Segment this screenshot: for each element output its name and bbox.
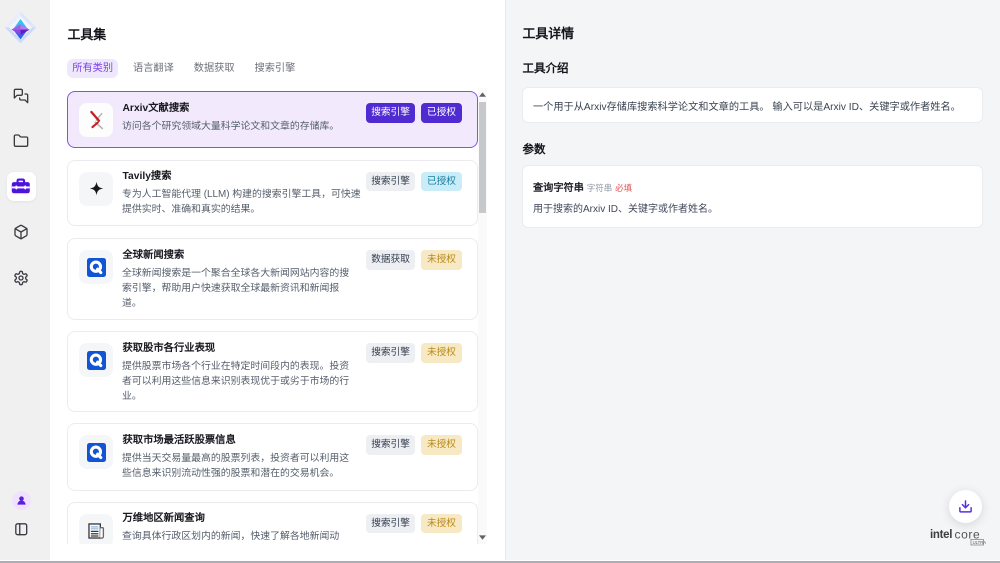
- svg-text:ULTRA: ULTRA: [972, 540, 986, 545]
- svg-text:intel: intel: [930, 529, 952, 541]
